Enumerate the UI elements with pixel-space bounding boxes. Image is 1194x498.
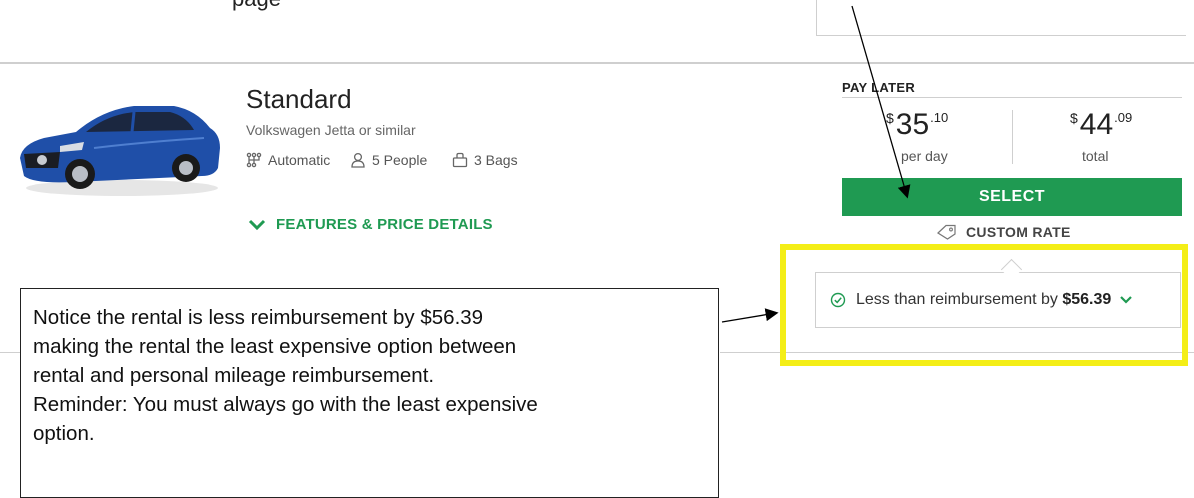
reimbursement-text: Less than reimbursement by $56.39: [856, 291, 1111, 309]
total-cents: .09: [1114, 110, 1133, 125]
custom-rate-link[interactable]: CUSTOM RATE: [936, 224, 1071, 240]
daily-caption: per day: [901, 148, 948, 164]
annotation-callout: Notice the rental is less reimbursement …: [20, 288, 719, 498]
gear-shift-icon: [246, 152, 262, 168]
row-divider-bottom: [0, 352, 20, 353]
total-price: $ 44 .09: [1070, 108, 1132, 142]
person-icon: [351, 152, 365, 168]
features-link-label: FEATURES & PRICE DETAILS: [276, 216, 493, 233]
row-divider: [0, 62, 1194, 64]
callout-line: option.: [33, 422, 95, 445]
bags-feature: 3 Bags: [452, 152, 518, 168]
price-divider: [1012, 110, 1013, 164]
total-caption: total: [1082, 148, 1109, 164]
transmission-label: Automatic: [268, 152, 331, 168]
check-circle-icon: [830, 292, 846, 308]
currency-symbol: $: [886, 110, 894, 126]
passengers-feature: 5 People: [350, 152, 427, 168]
chevron-down-icon[interactable]: [1119, 295, 1133, 305]
bag-icon: [452, 152, 468, 168]
tag-icon: [937, 224, 956, 240]
currency-symbol: $: [1070, 110, 1078, 126]
features-price-details-link[interactable]: FEATURES & PRICE DETAILS: [248, 216, 493, 233]
total-dollars: 44: [1079, 108, 1114, 141]
daily-dollars: 35: [895, 108, 930, 141]
arrow-to-reimbursement: [721, 308, 779, 323]
partial-caption: page: [232, 0, 281, 12]
reimbursement-comparison[interactable]: Less than reimbursement by $56.39: [815, 272, 1181, 328]
pay-later-label: PAY LATER: [842, 80, 916, 95]
reimbursement-amount: $56.39: [1062, 291, 1112, 308]
custom-rate-label: CUSTOM RATE: [966, 224, 1071, 240]
previous-panel-border: [816, 0, 817, 36]
callout-line: Reminder: You must always go with the le…: [33, 393, 538, 416]
vehicle-model: Volkswagen Jetta or similar: [246, 122, 416, 138]
chevron-down-icon: [248, 219, 266, 230]
reimbursement-label: Less than reimbursement by: [856, 291, 1058, 308]
daily-cents: .10: [930, 110, 949, 125]
passengers-label: 5 People: [372, 152, 428, 168]
pay-later-divider: [842, 97, 1182, 98]
transmission-feature: Automatic: [246, 152, 330, 168]
callout-line: rental and personal mileage reimbursemen…: [33, 364, 435, 387]
callout-line: making the rental the least expensive op…: [33, 335, 517, 358]
car-image: [20, 106, 220, 196]
previous-panel-border: [816, 35, 1186, 36]
bags-label: 3 Bags: [474, 152, 518, 168]
callout-line: Notice the rental is less reimbursement …: [33, 306, 484, 329]
vehicle-class: Standard: [246, 84, 352, 114]
select-button[interactable]: SELECT: [842, 178, 1182, 216]
daily-price: $ 35 .10: [886, 108, 948, 142]
